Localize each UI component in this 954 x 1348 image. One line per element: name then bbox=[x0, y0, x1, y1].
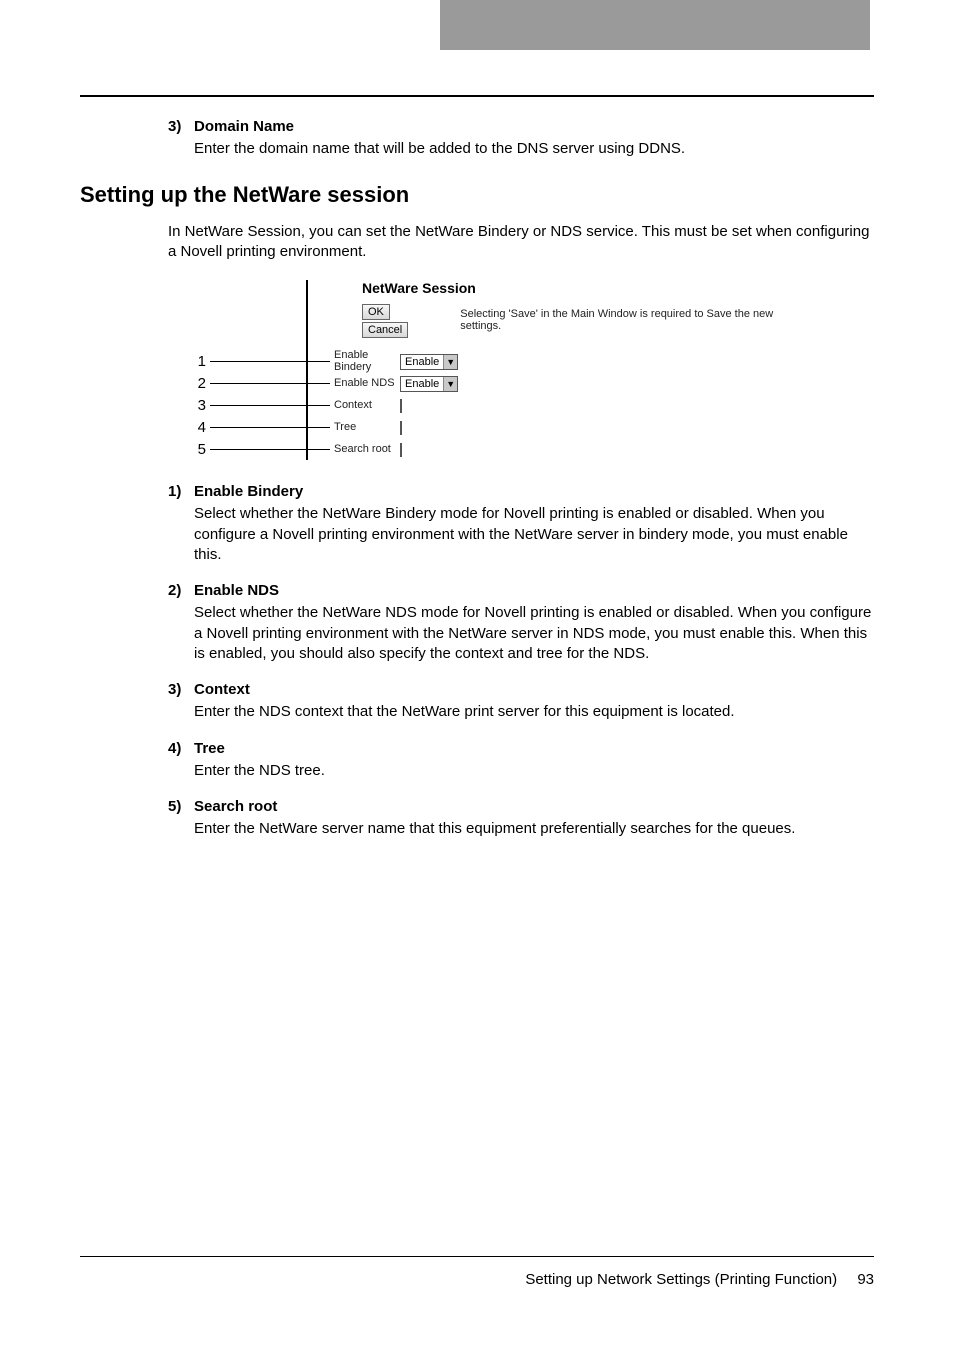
item-1-heading: 1) Enable Bindery bbox=[168, 482, 874, 502]
top-item-title: Domain Name bbox=[194, 117, 294, 137]
item-2-desc: Select whether the NetWare NDS mode for … bbox=[194, 603, 874, 664]
figure-row-context: 3 Context bbox=[192, 394, 808, 416]
item-num: 5) bbox=[168, 797, 194, 817]
ok-button[interactable]: OK bbox=[362, 304, 390, 320]
content-area: 3) Domain Name Enter the domain name tha… bbox=[80, 95, 874, 856]
leader-line bbox=[210, 361, 330, 362]
select-value: Enable bbox=[401, 378, 443, 390]
page-number: 93 bbox=[857, 1271, 874, 1288]
item-num: 4) bbox=[168, 739, 194, 759]
item-title: Enable Bindery bbox=[194, 482, 303, 502]
section-intro: In NetWare Session, you can set the NetW… bbox=[168, 222, 874, 263]
item-2-heading: 2) Enable NDS bbox=[168, 581, 874, 601]
top-item-num: 3) bbox=[168, 117, 194, 137]
item-4-heading: 4) Tree bbox=[168, 739, 874, 759]
chevron-down-icon: ▼ bbox=[443, 377, 457, 391]
leader-line bbox=[210, 405, 330, 406]
figure-row-label: Search root bbox=[330, 443, 400, 455]
select-value: Enable bbox=[401, 356, 443, 368]
enable-bindery-select[interactable]: Enable ▼ bbox=[400, 354, 458, 370]
figure-row-label: Context bbox=[330, 399, 400, 411]
item-num: 3) bbox=[168, 680, 194, 700]
figure-row-num: 4 bbox=[192, 419, 206, 436]
cancel-button[interactable]: Cancel bbox=[362, 322, 408, 338]
figure-title: NetWare Session bbox=[362, 280, 808, 296]
figure-row-tree: 4 Tree bbox=[192, 416, 808, 438]
figure-row-num: 2 bbox=[192, 375, 206, 392]
figure-row-label: Enable NDS bbox=[330, 377, 400, 389]
item-1-desc: Select whether the NetWare Bindery mode … bbox=[194, 504, 874, 565]
section-heading: Setting up the NetWare session bbox=[80, 182, 874, 208]
top-item-desc: Enter the domain name that will be added… bbox=[194, 139, 874, 159]
divider-line bbox=[306, 280, 308, 460]
figure-row-label: Tree bbox=[330, 421, 400, 433]
footer: Setting up Network Settings (Printing Fu… bbox=[80, 1256, 874, 1288]
enable-nds-select[interactable]: Enable ▼ bbox=[400, 376, 458, 392]
chevron-down-icon: ▼ bbox=[443, 355, 457, 369]
footer-text: Setting up Network Settings (Printing Fu… bbox=[525, 1271, 837, 1288]
figure-row-label: Enable Bindery bbox=[330, 349, 400, 373]
figure-row-search-root: 5 Search root bbox=[192, 438, 808, 460]
context-input[interactable] bbox=[400, 399, 402, 413]
top-item-heading: 3) Domain Name bbox=[168, 117, 874, 137]
header-band bbox=[440, 0, 870, 50]
leader-line bbox=[210, 383, 330, 384]
item-title: Tree bbox=[194, 739, 225, 759]
item-5-desc: Enter the NetWare server name that this … bbox=[194, 819, 874, 839]
figure-row-num: 5 bbox=[192, 441, 206, 458]
item-num: 1) bbox=[168, 482, 194, 502]
search-root-input[interactable] bbox=[400, 443, 402, 457]
item-num: 2) bbox=[168, 581, 194, 601]
leader-line bbox=[210, 449, 330, 450]
item-title: Context bbox=[194, 680, 250, 700]
figure-note: Selecting 'Save' in the Main Window is r… bbox=[460, 308, 808, 332]
item-4-desc: Enter the NDS tree. bbox=[194, 761, 874, 781]
figure-button-row: OK Cancel Selecting 'Save' in the Main Wi… bbox=[362, 302, 808, 338]
leader-line bbox=[210, 427, 330, 428]
item-3-desc: Enter the NDS context that the NetWare p… bbox=[194, 702, 874, 722]
item-3-heading: 3) Context bbox=[168, 680, 874, 700]
item-5-heading: 5) Search root bbox=[168, 797, 874, 817]
item-title: Search root bbox=[194, 797, 277, 817]
figure-row-enable-nds: 2 Enable NDS Enable ▼ bbox=[192, 372, 808, 394]
figure-row-enable-bindery: 1 Enable Bindery Enable ▼ bbox=[192, 350, 808, 372]
item-title: Enable NDS bbox=[194, 581, 279, 601]
figure-row-num: 1 bbox=[192, 353, 206, 370]
tree-input[interactable] bbox=[400, 421, 402, 435]
figure-row-num: 3 bbox=[192, 397, 206, 414]
netware-figure: NetWare Session OK Cancel Selecting 'Save… bbox=[168, 280, 808, 460]
